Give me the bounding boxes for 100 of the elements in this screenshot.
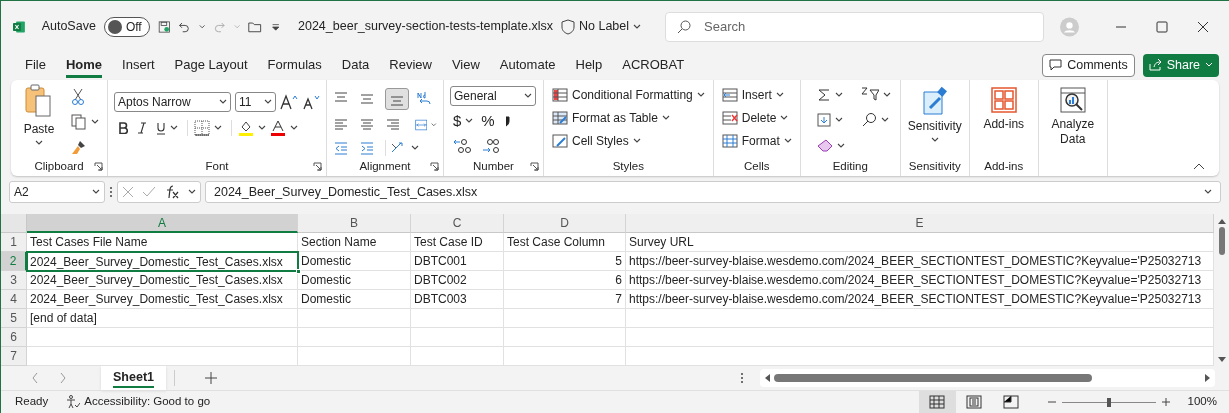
font-color-icon[interactable] bbox=[270, 120, 286, 136]
caret-icon[interactable] bbox=[188, 189, 196, 195]
scrollbar-thumb[interactable] bbox=[1218, 227, 1225, 255]
dialog-launcher-icon[interactable] bbox=[430, 162, 439, 171]
row-header[interactable]: 6 bbox=[1, 328, 27, 347]
dialog-launcher-icon[interactable] bbox=[530, 162, 539, 171]
fill-color-icon[interactable] bbox=[238, 120, 254, 136]
ribbon-tab[interactable]: Page Layout bbox=[164, 53, 258, 77]
caret-icon[interactable] bbox=[264, 99, 272, 105]
ribbon-tab[interactable]: Home bbox=[55, 53, 113, 77]
increase-decimal-icon[interactable] bbox=[453, 136, 473, 155]
paste-button[interactable]: Paste bbox=[17, 84, 61, 158]
column-header[interactable]: D bbox=[504, 214, 626, 233]
row-header[interactable]: 3 bbox=[1, 271, 27, 290]
conditional-formatting-button[interactable]: Conditional Formatting bbox=[550, 84, 707, 106]
center-icon[interactable] bbox=[359, 117, 375, 133]
font-name-dropdown[interactable]: Aptos Narrow bbox=[114, 92, 231, 112]
caret-icon[interactable] bbox=[775, 92, 784, 98]
row-header[interactable]: 5 bbox=[1, 309, 27, 328]
more-options-icon[interactable] bbox=[740, 372, 744, 384]
align-left-icon[interactable] bbox=[333, 117, 349, 133]
format-as-table-button[interactable]: Format as Table bbox=[550, 107, 707, 129]
ribbon-tab[interactable]: ACROBAT bbox=[612, 53, 695, 77]
caret-icon[interactable] bbox=[290, 125, 298, 131]
zoom-in-icon[interactable] bbox=[1161, 398, 1170, 406]
caret-icon[interactable] bbox=[783, 138, 792, 144]
ribbon-tab[interactable]: View bbox=[441, 53, 490, 77]
ribbon-tab[interactable]: Data bbox=[331, 53, 380, 77]
underline-icon[interactable] bbox=[156, 121, 166, 135]
format-cells-button[interactable]: Format bbox=[719, 130, 794, 152]
zoom-slider[interactable] bbox=[1061, 397, 1156, 407]
merge-center-icon[interactable] bbox=[415, 117, 428, 133]
italic-icon[interactable] bbox=[137, 122, 147, 134]
row-header[interactable]: 7 bbox=[1, 347, 27, 366]
search-field[interactable]: Search bbox=[665, 11, 1045, 42]
caret-icon[interactable] bbox=[214, 125, 222, 131]
caret-icon[interactable] bbox=[524, 93, 532, 99]
column-header[interactable]: E bbox=[626, 214, 1214, 233]
horizontal-scrollbar[interactable] bbox=[760, 369, 1215, 387]
insert-cells-button[interactable]: Insert bbox=[719, 84, 794, 106]
caret-icon[interactable] bbox=[882, 92, 891, 98]
ribbon-tab[interactable]: Automate bbox=[489, 53, 566, 77]
caret-icon[interactable] bbox=[930, 137, 939, 143]
align-right-icon[interactable] bbox=[385, 117, 401, 133]
analyze-data-button[interactable]: Analyze Data bbox=[1044, 84, 1101, 158]
caret-icon[interactable] bbox=[836, 142, 845, 149]
number-format-dropdown[interactable]: General bbox=[450, 86, 536, 106]
sensitivity-button[interactable]: Sensitivity bbox=[906, 84, 963, 158]
sheet-tab[interactable]: Sheet1 bbox=[101, 366, 166, 390]
caret-icon[interactable] bbox=[1204, 189, 1212, 195]
column-header[interactable]: A bbox=[27, 214, 298, 233]
autosave-toggle[interactable]: Off bbox=[103, 16, 150, 37]
ribbon-tab[interactable]: Review bbox=[379, 53, 442, 77]
decrease-font-size-icon[interactable] bbox=[302, 94, 320, 110]
comments-button[interactable]: Comments bbox=[1042, 53, 1135, 77]
maximize-icon[interactable] bbox=[1156, 20, 1169, 33]
scroll-up-icon[interactable] bbox=[1217, 218, 1226, 224]
scroll-left-icon[interactable] bbox=[764, 374, 770, 382]
caret-icon[interactable] bbox=[780, 115, 789, 121]
borders-icon[interactable] bbox=[194, 120, 210, 136]
ribbon-tab[interactable]: Formulas bbox=[257, 53, 332, 77]
bottom-align-button[interactable] bbox=[385, 87, 409, 110]
scrollbar-thumb[interactable] bbox=[774, 374, 1092, 382]
caret-icon[interactable] bbox=[219, 99, 227, 105]
scroll-right-icon[interactable] bbox=[1205, 374, 1211, 382]
dialog-launcher-icon[interactable] bbox=[94, 162, 103, 171]
currency-button[interactable]: $ bbox=[453, 110, 474, 133]
caret-icon[interactable] bbox=[92, 189, 100, 195]
share-button[interactable]: Share bbox=[1142, 53, 1219, 77]
caret-icon[interactable] bbox=[35, 140, 43, 146]
normal-view-button[interactable] bbox=[918, 391, 956, 413]
row-header[interactable]: 1 bbox=[1, 233, 27, 252]
row-header[interactable]: 4 bbox=[1, 290, 27, 309]
font-size-dropdown[interactable]: 11 bbox=[235, 92, 276, 112]
column-header[interactable]: C bbox=[411, 214, 504, 233]
customize-toolbar-icon[interactable] bbox=[270, 21, 280, 32]
add-sheet-icon[interactable] bbox=[205, 372, 217, 384]
bold-icon[interactable] bbox=[118, 122, 128, 134]
copy-button[interactable] bbox=[69, 111, 101, 133]
ribbon-tab[interactable]: Insert bbox=[112, 53, 165, 77]
fill-handle[interactable] bbox=[296, 269, 301, 274]
caret-icon[interactable] bbox=[91, 119, 99, 125]
column-header[interactable]: B bbox=[298, 214, 411, 233]
collapse-ribbon-icon[interactable] bbox=[1193, 162, 1205, 170]
ribbon-tab[interactable]: Help bbox=[565, 53, 613, 77]
caret-icon[interactable] bbox=[633, 23, 642, 30]
increase-font-size-icon[interactable] bbox=[280, 94, 298, 110]
percent-button[interactable]: % bbox=[481, 110, 495, 133]
caret-icon[interactable] bbox=[199, 23, 206, 30]
insert-function-icon[interactable] bbox=[164, 185, 180, 199]
accessibility-status[interactable]: Accessibility: Good to go bbox=[66, 393, 211, 411]
caret-icon[interactable] bbox=[834, 92, 843, 98]
spreadsheet-app-icon[interactable] bbox=[13, 18, 26, 35]
caret-icon[interactable] bbox=[834, 117, 843, 124]
caret-icon[interactable] bbox=[465, 118, 474, 125]
dialog-launcher-icon[interactable] bbox=[313, 162, 322, 171]
caret-icon[interactable] bbox=[661, 115, 670, 121]
caret-icon[interactable] bbox=[696, 92, 705, 98]
caret-icon[interactable] bbox=[411, 145, 419, 152]
scroll-down-icon[interactable] bbox=[1217, 357, 1226, 363]
